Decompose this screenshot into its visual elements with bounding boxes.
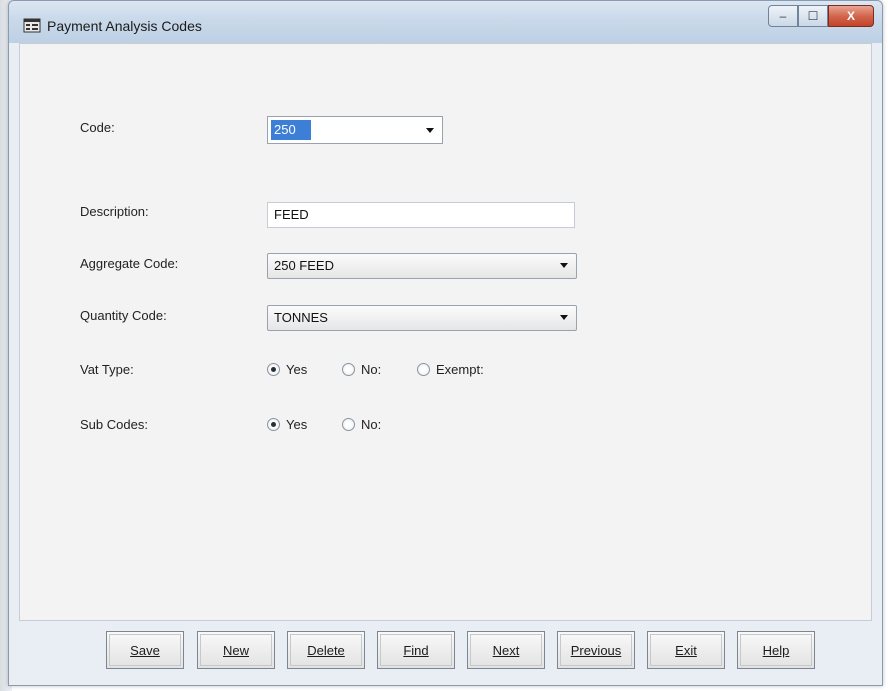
radio-unchecked-icon bbox=[417, 363, 430, 376]
save-button[interactable]: Save bbox=[106, 631, 184, 669]
quantity-code-combobox[interactable]: TONNES bbox=[267, 305, 577, 331]
sub-codes-label: Sub Codes: bbox=[80, 417, 148, 432]
chevron-down-icon bbox=[426, 128, 434, 133]
close-icon: X bbox=[846, 9, 855, 23]
radio-checked-icon bbox=[267, 363, 280, 376]
minimize-button[interactable]: – bbox=[768, 5, 798, 27]
chevron-down-icon bbox=[560, 263, 568, 268]
maximize-button[interactable]: ☐ bbox=[798, 5, 828, 27]
window-title: Payment Analysis Codes bbox=[47, 18, 202, 34]
radio-unchecked-icon bbox=[342, 363, 355, 376]
sub-codes-no-label: No: bbox=[361, 417, 382, 432]
quantity-code-label: Quantity Code: bbox=[80, 308, 167, 323]
button-bar: Save New Delete Find Next Previous Exit … bbox=[19, 621, 872, 681]
chevron-down-icon bbox=[560, 315, 568, 320]
vat-type-exempt-label: Exempt: bbox=[436, 362, 484, 377]
new-button[interactable]: New bbox=[197, 631, 275, 669]
title-bar[interactable]: Payment Analysis Codes – ☐ X bbox=[9, 1, 882, 43]
description-value: FEED bbox=[274, 207, 309, 222]
maximize-icon: ☐ bbox=[807, 9, 819, 23]
find-button[interactable]: Find bbox=[377, 631, 455, 669]
next-button[interactable]: Next bbox=[467, 631, 545, 669]
delete-button[interactable]: Delete bbox=[287, 631, 365, 669]
vat-type-no-label: No: bbox=[361, 362, 382, 377]
code-label: Code: bbox=[80, 120, 115, 135]
aggregate-code-combobox[interactable]: 250 FEED bbox=[267, 253, 577, 279]
quantity-code-value: TONNES bbox=[274, 310, 328, 325]
previous-button[interactable]: Previous bbox=[557, 631, 635, 669]
vat-type-yes-label: Yes bbox=[286, 362, 308, 377]
close-button[interactable]: X bbox=[828, 5, 874, 27]
description-field[interactable]: FEED bbox=[267, 202, 575, 228]
vat-type-exempt-radio[interactable]: Exempt: bbox=[417, 362, 484, 377]
form-panel: Code: 250 Description: FEED Aggregate Co… bbox=[19, 43, 872, 621]
payment-analysis-codes-window: Payment Analysis Codes – ☐ X Code: 250 D… bbox=[8, 0, 883, 686]
minimize-icon: – bbox=[779, 9, 787, 23]
radio-checked-icon bbox=[267, 418, 280, 431]
sub-codes-yes-radio[interactable]: Yes bbox=[267, 417, 307, 432]
vat-type-no-radio[interactable]: No: bbox=[342, 362, 381, 377]
aggregate-code-label: Aggregate Code: bbox=[80, 256, 179, 271]
radio-unchecked-icon bbox=[342, 418, 355, 431]
vat-type-yes-radio[interactable]: Yes bbox=[267, 362, 307, 377]
exit-button[interactable]: Exit bbox=[647, 631, 725, 669]
help-button[interactable]: Help bbox=[737, 631, 815, 669]
sub-codes-no-radio[interactable]: No: bbox=[342, 417, 381, 432]
window-controls: – ☐ X bbox=[768, 5, 874, 27]
vat-type-label: Vat Type: bbox=[80, 362, 134, 377]
code-value: 250 bbox=[271, 120, 311, 140]
code-combobox[interactable]: 250 bbox=[267, 116, 443, 144]
sub-codes-yes-label: Yes bbox=[286, 417, 308, 432]
aggregate-code-value: 250 FEED bbox=[274, 258, 334, 273]
description-label: Description: bbox=[80, 204, 149, 219]
app-window-icon bbox=[23, 18, 41, 33]
